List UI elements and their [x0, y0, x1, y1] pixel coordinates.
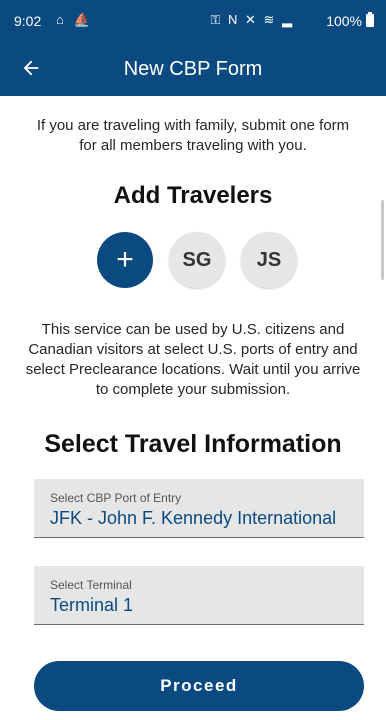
- port-of-entry-value: JFK - John F. Kennedy International: [50, 508, 337, 528]
- terminal-value: Terminal 1: [50, 595, 134, 615]
- page-title: New CBP Form: [123, 58, 263, 80]
- add-traveler-button[interactable]: +: [97, 232, 153, 288]
- app-bar: New CBP Form: [0, 44, 386, 96]
- travelers-row: + SG JS: [0, 232, 386, 288]
- traveler-avatar[interactable]: JS: [241, 232, 297, 288]
- notification-icons: ⌂ ⛵: [56, 12, 93, 27]
- add-travelers-heading: Add Travelers: [113, 182, 273, 209]
- status-bar: 9:02 ⌂ ⛵ ⚿ N ✕ ≋ ▂ 100%: [0, 0, 386, 44]
- service-notice: This service can be used by U.S. citizen…: [25, 321, 361, 398]
- port-of-entry-label: Select CBP Port of Entry: [50, 491, 182, 505]
- battery-icon: [366, 12, 374, 27]
- terminal-label: Select Terminal: [50, 578, 132, 592]
- battery-percentage: 100%: [326, 13, 362, 29]
- terminal-select[interactable]: Select Terminal Terminal 1: [34, 566, 364, 625]
- port-of-entry-select[interactable]: Select CBP Port of Entry JFK - John F. K…: [34, 479, 364, 538]
- proceed-button[interactable]: Proceed: [34, 661, 364, 711]
- traveler-avatar[interactable]: SG: [169, 232, 225, 288]
- status-time: 9:02: [14, 13, 42, 29]
- intro-text: If you are traveling with family, submit…: [36, 117, 350, 154]
- plus-icon: +: [116, 243, 134, 276]
- travel-info-heading: Select Travel Information: [44, 430, 342, 458]
- system-icons: ⚿ N ✕ ≋ ▂: [210, 12, 294, 27]
- scrollbar[interactable]: [381, 200, 384, 280]
